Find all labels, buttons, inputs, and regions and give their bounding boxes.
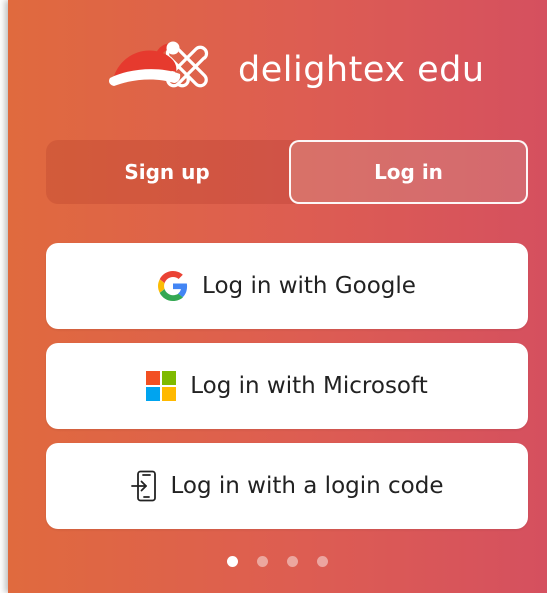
- login-panel: delightex edu Sign up Log in Log in with…: [8, 0, 547, 593]
- carousel-dot-3[interactable]: [287, 556, 298, 567]
- carousel-dots: [8, 556, 547, 567]
- auth-mode-tabs: Sign up Log in: [46, 140, 528, 204]
- brand-logo: delightex edu: [100, 30, 485, 110]
- google-login-button[interactable]: Log in with Google: [46, 243, 528, 329]
- microsoft-logo-icon: [146, 371, 177, 401]
- carousel-dot-4[interactable]: [317, 556, 328, 567]
- tab-sign-up[interactable]: Sign up: [46, 140, 288, 204]
- login-code-label: Log in with a login code: [170, 473, 444, 499]
- login-code-button[interactable]: Log in with a login code: [46, 443, 528, 529]
- santa-hat-logo-icon: [109, 41, 209, 88]
- microsoft-login-button[interactable]: Log in with Microsoft: [46, 343, 528, 429]
- carousel-dot-1[interactable]: [227, 556, 238, 567]
- carousel-dot-2[interactable]: [257, 556, 268, 567]
- microsoft-login-label: Log in with Microsoft: [190, 373, 428, 399]
- brand-name: delightex edu: [238, 50, 485, 90]
- tab-log-in[interactable]: Log in: [289, 140, 528, 204]
- login-code-icon: [130, 470, 157, 502]
- google-g-icon: [158, 271, 188, 301]
- google-login-label: Log in with Google: [202, 273, 416, 299]
